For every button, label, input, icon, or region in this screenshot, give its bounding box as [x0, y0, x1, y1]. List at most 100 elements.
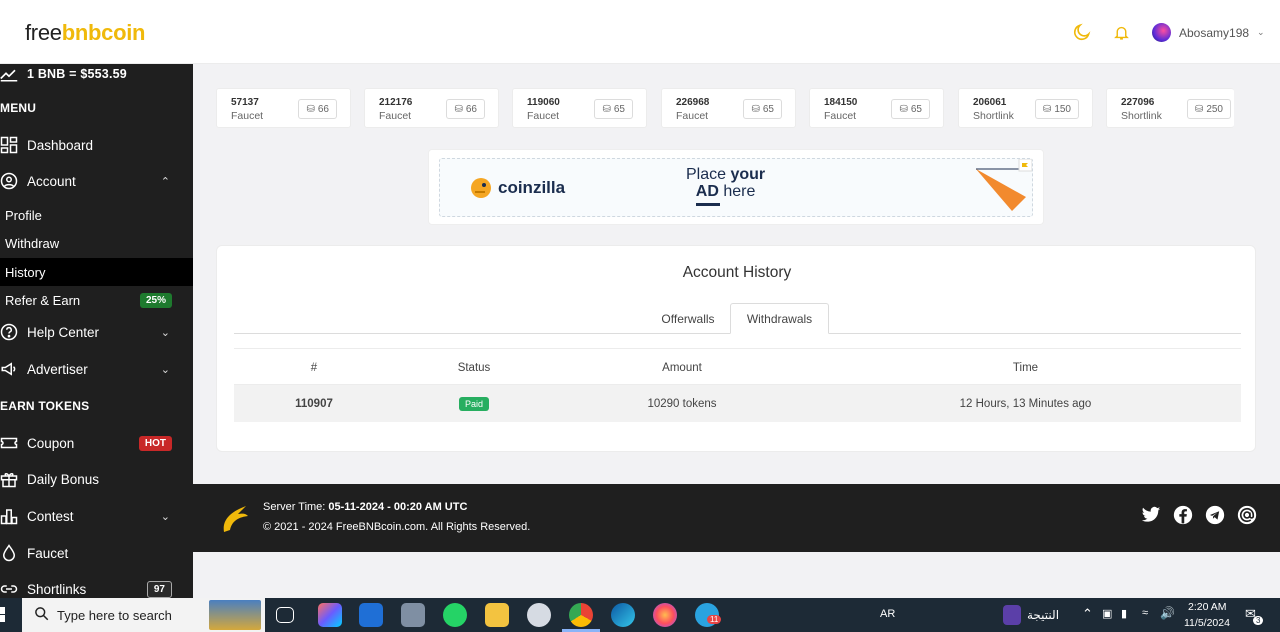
row-time: 12 Hours, 13 Minutes ago — [959, 397, 1092, 410]
status-badge: Paid — [458, 396, 489, 411]
battery-icon[interactable]: ▮ — [1121, 607, 1127, 620]
paint-icon[interactable] — [527, 603, 551, 627]
ad-line1a: Place — [686, 166, 731, 183]
row-status: Paid — [394, 385, 554, 422]
copyright: © 2021 - 2024 FreeBNBcoin.com. All Right… — [263, 521, 531, 533]
avatar — [1152, 23, 1171, 42]
sidebar-item-daily-bonus[interactable]: Daily Bonus — [0, 468, 193, 490]
dark-mode-moon-icon[interactable] — [1072, 22, 1092, 47]
file-explorer-icon[interactable] — [485, 603, 509, 627]
sidebar-item-dashboard[interactable]: Dashboard — [0, 134, 193, 156]
facebook-icon[interactable] — [1173, 505, 1193, 525]
col-header-status: Status — [457, 361, 491, 374]
sidebar-item-shortlinks[interactable]: Shortlinks 97 — [0, 578, 193, 598]
stat-card: 57137 Faucet ⛁ 66 — [216, 88, 351, 128]
dashboard-grid-icon — [0, 136, 18, 154]
whatsapp-icon[interactable] — [443, 603, 467, 627]
chrome-icon[interactable] — [569, 603, 593, 627]
stat-value: 66 — [465, 103, 477, 115]
sidebar-item-refer-earn[interactable]: Refer & Earn 25% — [0, 290, 193, 310]
volume-icon[interactable]: 🔊 — [1160, 606, 1175, 620]
stat-value: 65 — [910, 103, 922, 115]
page-title: Account History — [682, 264, 792, 281]
tablet-app-icon[interactable] — [359, 603, 383, 627]
stat-value-pill: ⛁ 250 — [1186, 99, 1231, 119]
clock-date[interactable]: 11/5/2024 — [1184, 617, 1230, 629]
ad-banner[interactable]: coinzilla Place your AD here — [428, 149, 1044, 225]
stat-value-pill: ⛁ 65 — [891, 99, 930, 119]
stat-kind: Shortlink — [973, 110, 1014, 122]
notification-count-badge: 3 — [1253, 616, 1264, 625]
sidebar-item-coupon[interactable]: Coupon HOT — [0, 432, 193, 454]
sidebar-item-label: Account — [27, 173, 76, 189]
server-time-label: Server Time: — [263, 501, 329, 513]
footer-logo-icon — [223, 506, 248, 532]
ad-line2a: AD — [695, 183, 719, 200]
menu-heading: MENU — [0, 101, 37, 115]
sidebar-item-account[interactable]: Account ⌃ — [0, 170, 193, 192]
stat-value-pill: ⛁ 66 — [298, 99, 337, 119]
ad-line1b: your — [730, 166, 766, 183]
sidebar-item-label: Faucet — [27, 545, 69, 561]
taskbar-search[interactable]: Type here to search — [22, 598, 265, 632]
server-time: Server Time: 05-11-2024 - 00:20 AM UTC — [263, 501, 467, 513]
twitter-icon[interactable] — [1141, 505, 1161, 525]
stat-value-pill: ⛁ 66 — [446, 99, 485, 119]
stat-id: 226968 — [676, 97, 710, 108]
sidebar-item-faucet[interactable]: Faucet — [0, 542, 193, 564]
sidebar-item-advertiser[interactable]: Advertiser ⌄ — [0, 358, 193, 380]
sidebar-item-label: Contest — [27, 508, 74, 524]
chevron-up-icon: ⌃ — [160, 175, 170, 188]
stat-value: 65 — [613, 103, 625, 115]
task-view-icon[interactable] — [276, 607, 294, 623]
tab-withdrawals[interactable]: Withdrawals — [730, 303, 829, 334]
sidebar-item-help-center[interactable]: Help Center ⌄ — [0, 321, 193, 343]
account-history-card: Account History Offerwalls Withdrawals #… — [216, 245, 1256, 452]
pharaoh-search-highlight-icon — [209, 600, 261, 630]
bar-chart-icon — [0, 507, 18, 525]
table-header: # Status Amount Time — [234, 348, 1241, 385]
sidebar-item-history[interactable]: History — [0, 258, 193, 286]
stat-value-pill: ⛁ 65 — [594, 99, 633, 119]
user-circle-icon — [0, 172, 18, 190]
sidebar-item-contest[interactable]: Contest ⌄ — [0, 505, 193, 527]
file-app-icon[interactable] — [401, 603, 425, 627]
telegram-icon[interactable] — [1205, 505, 1225, 525]
premier-league-icon[interactable] — [1003, 605, 1021, 625]
megaphone-icon — [0, 360, 18, 378]
sidebar-item-profile[interactable]: Profile — [0, 205, 193, 225]
user-menu[interactable]: Abosamy198 ⌄ — [1152, 23, 1265, 42]
language-indicator[interactable]: AR — [880, 608, 895, 620]
edge-icon[interactable] — [611, 603, 635, 627]
sidebar-item-label: Daily Bonus — [27, 471, 100, 487]
windows-start-icon[interactable] — [0, 607, 12, 628]
clock-time[interactable]: 2:20 AM — [1188, 601, 1227, 613]
email-at-icon[interactable] — [1237, 505, 1257, 525]
sidebar-item-withdraw[interactable]: Withdraw — [0, 233, 193, 253]
firefox-icon[interactable] — [653, 603, 677, 627]
stat-kind: Shortlink — [1121, 110, 1162, 122]
col-header-id: # — [310, 361, 318, 374]
bnb-price-text: 1 BNB = $553.59 — [27, 67, 127, 81]
stat-value-pill: ⛁ 65 — [743, 99, 782, 119]
wifi-icon[interactable]: ≈ — [1142, 607, 1148, 619]
tab-offerwalls[interactable]: Offerwalls — [647, 303, 729, 334]
ticket-icon — [0, 434, 18, 452]
link-icon — [0, 580, 18, 598]
weather-widget-text[interactable]: النتيجة — [1027, 608, 1059, 622]
site-logo[interactable]: freebnbcoin — [25, 20, 145, 46]
social-links — [1141, 505, 1257, 525]
copilot-icon[interactable] — [318, 603, 342, 627]
tray-device-icon[interactable]: ▣ — [1102, 607, 1112, 620]
stat-value: 250 — [1206, 103, 1223, 115]
table-row: 110907 Paid 10290 tokens 12 Hours, 13 Mi… — [234, 385, 1241, 422]
ad-inner: coinzilla Place your AD here — [439, 158, 1033, 217]
stat-kind: Faucet — [824, 110, 857, 122]
bell-icon[interactable] — [1113, 24, 1130, 46]
stat-card: 212176 Faucet ⛁ 66 — [364, 88, 499, 128]
stat-id: 57137 — [231, 97, 259, 108]
bnb-price: 1 BNB = $553.59 — [0, 65, 193, 83]
question-circle-icon — [0, 323, 18, 341]
chart-trend-icon — [0, 65, 18, 83]
chevron-up-icon[interactable]: ⌃ — [1082, 606, 1093, 622]
